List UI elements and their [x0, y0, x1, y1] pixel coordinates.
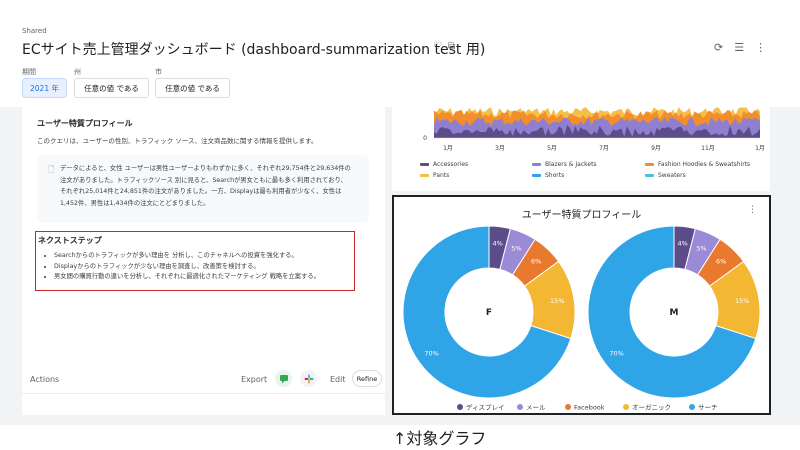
- slice-label: 4%: [492, 240, 502, 248]
- legend-item[interactable]: Sweaters: [645, 172, 686, 179]
- legend-swatch: [420, 174, 429, 177]
- dashboard-title: ECサイト売上管理ダッシュボード (dashboard-summarizatio…: [22, 42, 486, 58]
- legend-dot: [689, 404, 695, 410]
- next-steps-title: ネクストステップ: [38, 236, 102, 245]
- google-chat-icon: [279, 374, 288, 383]
- more-vert-icon[interactable]: ⋮: [755, 41, 766, 54]
- legend-label: ディスプレイ: [466, 403, 505, 412]
- donut-center-label: F: [486, 308, 492, 318]
- chart-legend-item[interactable]: メール: [517, 404, 546, 412]
- slack-icon: [304, 374, 313, 383]
- legend-label: オーガニック: [632, 403, 671, 412]
- x-tick-label: 1月: [755, 145, 765, 152]
- legend-label: Facebook: [574, 404, 605, 412]
- legend-swatch: [532, 174, 541, 177]
- divider: [22, 393, 385, 394]
- x-tick-label: 5月: [547, 145, 557, 152]
- next-step-item: Displayからのトラフィックが少ない理由を調査し、改善策を検討する。: [54, 262, 360, 273]
- x-tick-label: 11月: [701, 145, 715, 152]
- legend-item[interactable]: Accessories: [420, 161, 468, 168]
- filter-label-period: 期間: [22, 68, 36, 76]
- x-tick-label: 3月: [495, 145, 505, 152]
- favorite-heart-icon[interactable]: ♡: [433, 41, 442, 52]
- summary-line: 注文がありました。トラフィックソース 別に見ると、Searchが男女ともに最も多…: [60, 176, 347, 184]
- legend-item[interactable]: Fashion Hoodies & Sweatshirts: [645, 161, 750, 168]
- summary-line: それぞれ25,014件と24,851件の注文がありました。一方、Displayは…: [60, 188, 342, 195]
- trend-legend: Accessories Blazers & Jackets Fashion Hood…: [420, 161, 770, 185]
- filter-label-city: 市: [155, 68, 162, 76]
- legend-item[interactable]: Blazers & Jackets: [532, 161, 597, 168]
- caption: ↑対象グラフ: [393, 429, 487, 448]
- legend-swatch: [420, 163, 429, 166]
- legend-swatch: [645, 163, 654, 166]
- slack-export-button[interactable]: [300, 370, 317, 387]
- slice-label: 70%: [424, 350, 438, 358]
- google-chat-export-button[interactable]: [275, 370, 292, 387]
- actions-label: Actions: [30, 375, 60, 384]
- summary-line: 1,452件、男性は1,434件の注文にとどまりました。: [60, 199, 210, 207]
- slice-label: 70%: [609, 350, 623, 358]
- legend-label: Accessories: [433, 161, 469, 168]
- slice-label: 4%: [677, 240, 687, 248]
- title-icons: ♡ ⧉: [433, 41, 455, 52]
- legend-item[interactable]: Pants: [420, 172, 449, 179]
- x-tick-label: 7月: [599, 145, 609, 152]
- donut-charts: 4% 5% 6% 15% 70% F 4% 5% 6% 15% 70% M ディスプレイ メール Faceb…: [402, 225, 761, 412]
- legend-label: Shorts: [545, 172, 565, 179]
- refine-button[interactable]: Refine: [352, 370, 382, 387]
- filter-period[interactable]: 2021 年: [22, 78, 67, 98]
- next-step-item: 男女間の購買行動の違いを分析し、それぞれに最適化されたマーケティング 戦略を立案…: [54, 272, 360, 283]
- legend-dot: [623, 404, 629, 410]
- filter-label-state: 州: [74, 68, 81, 76]
- filter-state[interactable]: 任意の値 である: [74, 78, 149, 98]
- export-label: Export: [241, 375, 268, 384]
- slice-label: 5%: [696, 245, 706, 253]
- edit-button[interactable]: Edit: [330, 375, 346, 384]
- legend-label: Fashion Hoodies & Sweatshirts: [658, 161, 751, 168]
- legend-label: メール: [526, 404, 546, 412]
- next-steps-list: Searchからのトラフィックが多い理由を 分析し、このチャネルへの投資を強化す…: [44, 251, 360, 283]
- chart-legend-item[interactable]: オーガニック: [623, 403, 671, 412]
- copy-icon[interactable]: ⧉: [448, 41, 455, 52]
- slice-label: 5%: [511, 245, 521, 253]
- section-title: ユーザー特質プロフィール: [37, 119, 133, 128]
- shared-label: Shared: [22, 27, 47, 35]
- x-tick-labels: 1月 3月 5月 7月 9月 11月 1月: [443, 145, 765, 152]
- document-icon: 🗋: [48, 165, 55, 174]
- legend-swatch: [532, 163, 541, 166]
- slice-label: 15%: [550, 297, 564, 305]
- legend-dot: [565, 404, 571, 410]
- reload-icon[interactable]: ⟳: [714, 41, 723, 54]
- slice-label: 6%: [531, 258, 541, 266]
- section-description: このクエリは、ユーザーの性別、トラフィック ソース、注文商品数に関する情報を提供…: [37, 137, 318, 145]
- legend-item[interactable]: Shorts: [532, 172, 564, 179]
- header-actions: ⟳ ☰ ⋮: [714, 41, 766, 54]
- x-tick-label: 9月: [651, 145, 661, 152]
- donut-center-label: M: [670, 308, 679, 318]
- legend-swatch: [645, 174, 654, 177]
- legend-label: Sweaters: [658, 172, 686, 179]
- chart-legend-item[interactable]: Facebook: [565, 404, 605, 412]
- legend-label: サーチ: [698, 404, 718, 412]
- chart-legend-item[interactable]: ディスプレイ: [457, 403, 505, 412]
- slice-label: 6%: [716, 258, 726, 266]
- chart-legend-item[interactable]: サーチ: [689, 404, 718, 412]
- legend-label: Blazers & Jackets: [545, 161, 597, 168]
- slice-label: 15%: [735, 297, 749, 305]
- next-step-item: Searchからのトラフィックが多い理由を 分析し、このチャネルへの投資を強化す…: [54, 251, 360, 262]
- y-tick-label: 0: [423, 135, 427, 142]
- filter-city[interactable]: 任意の値 である: [155, 78, 230, 98]
- summary-line: データによると、女性 ユーザーは男性ユーザーよりもわずかに多く、それぞれ29,7…: [60, 165, 351, 172]
- filter-icon[interactable]: ☰: [734, 41, 744, 54]
- summary-text: データによると、女性 ユーザーは男性ユーザーよりもわずかに多く、それぞれ29,7…: [60, 163, 360, 209]
- legend-label: Pants: [433, 172, 450, 179]
- trend-area-group: [434, 107, 760, 138]
- x-tick-label: 1月: [443, 145, 453, 152]
- legend-dot: [517, 404, 523, 410]
- legend-dot: [457, 404, 463, 410]
